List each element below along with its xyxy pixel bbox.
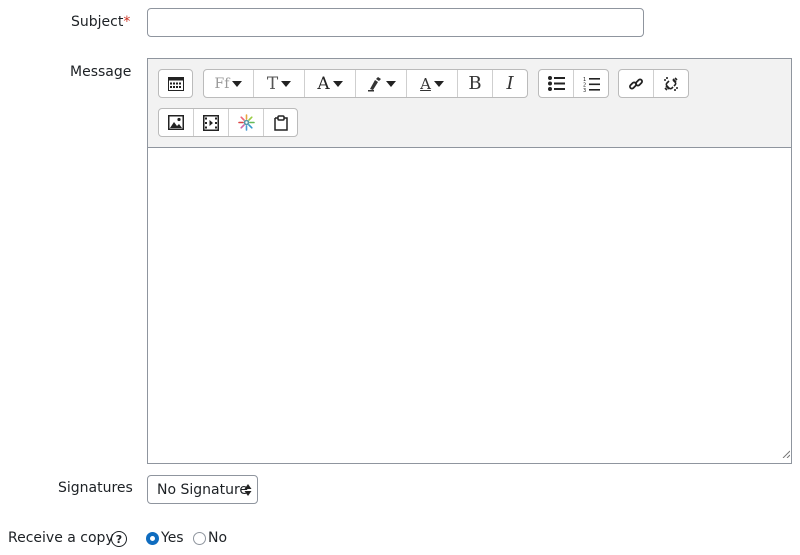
font-color-button[interactable]: A [305, 70, 356, 97]
text-style-icon: A [420, 74, 431, 93]
text-format-group: Ff T A A B I [203, 69, 528, 98]
signatures-label: Signatures [58, 480, 133, 496]
link-group [618, 69, 689, 98]
font-size-icon: T [266, 73, 279, 94]
paste-icon [273, 114, 288, 131]
resize-handle-icon[interactable] [782, 446, 791, 462]
select-arrows-icon [244, 483, 252, 501]
text-style-button[interactable]: A [407, 70, 458, 97]
bold-icon: B [468, 73, 482, 94]
receive-copy-label: Receive a copy [8, 530, 114, 546]
signatures-select[interactable]: No Signature [147, 475, 258, 504]
numbered-list-button[interactable]: 1 2 3 [574, 70, 608, 97]
chevron-down-icon [281, 80, 292, 87]
link-button[interactable] [619, 70, 654, 97]
toolbar-toggle-group [158, 69, 193, 98]
list-group: 1 2 3 [538, 69, 609, 98]
italic-icon: I [506, 73, 514, 94]
image-icon [168, 115, 184, 130]
radio-yes-label: Yes [161, 530, 184, 546]
chevron-down-icon [332, 80, 343, 87]
radio-no-label: No [208, 530, 228, 546]
italic-button[interactable]: I [493, 70, 527, 97]
message-editor[interactable]: Ff T A A B I 1 2 3 [147, 58, 792, 464]
insert-media-group [158, 108, 298, 137]
chevron-down-icon [385, 80, 396, 87]
unlink-icon [663, 76, 679, 92]
h5p-button[interactable] [229, 109, 264, 136]
subject-input[interactable] [147, 8, 644, 37]
toolbar-toggle-button[interactable] [159, 70, 192, 97]
font-color-icon: A [317, 73, 330, 94]
question-circle-icon[interactable]: ? [111, 531, 127, 547]
toolbar-toggle-icon [167, 76, 184, 91]
editor-content-area[interactable] [148, 147, 791, 463]
font-size-button[interactable]: T [254, 70, 305, 97]
highlight-color-button[interactable] [356, 70, 407, 97]
radio-yes[interactable] [146, 531, 159, 545]
unlink-button[interactable] [654, 70, 688, 97]
chevron-down-icon [232, 80, 243, 87]
font-family-icon: Ff [214, 75, 230, 92]
bullet-list-button[interactable] [539, 70, 574, 97]
h5p-icon [237, 114, 255, 131]
media-icon [203, 114, 219, 131]
svg-text:3: 3 [583, 88, 586, 92]
paste-button[interactable] [264, 109, 297, 136]
signatures-selected-value: No Signature [157, 481, 249, 498]
editor-toolbar: Ff T A A B I 1 2 3 [148, 59, 791, 148]
bullet-list-icon [547, 76, 565, 91]
chevron-down-icon [433, 80, 444, 87]
receive-copy-yes[interactable]: Yes [146, 530, 184, 546]
highlight-color-icon [367, 76, 383, 92]
bold-button[interactable]: B [458, 70, 493, 97]
image-button[interactable] [159, 109, 194, 136]
required-mark: * [123, 14, 131, 30]
radio-no[interactable] [193, 531, 206, 545]
subject-label: Subject* [71, 14, 131, 30]
font-family-button[interactable]: Ff [204, 70, 254, 97]
message-label: Message [70, 64, 132, 80]
media-button[interactable] [194, 109, 229, 136]
link-icon [628, 76, 644, 92]
receive-copy-no[interactable]: No [193, 530, 227, 546]
numbered-list-icon: 1 2 3 [583, 76, 600, 92]
